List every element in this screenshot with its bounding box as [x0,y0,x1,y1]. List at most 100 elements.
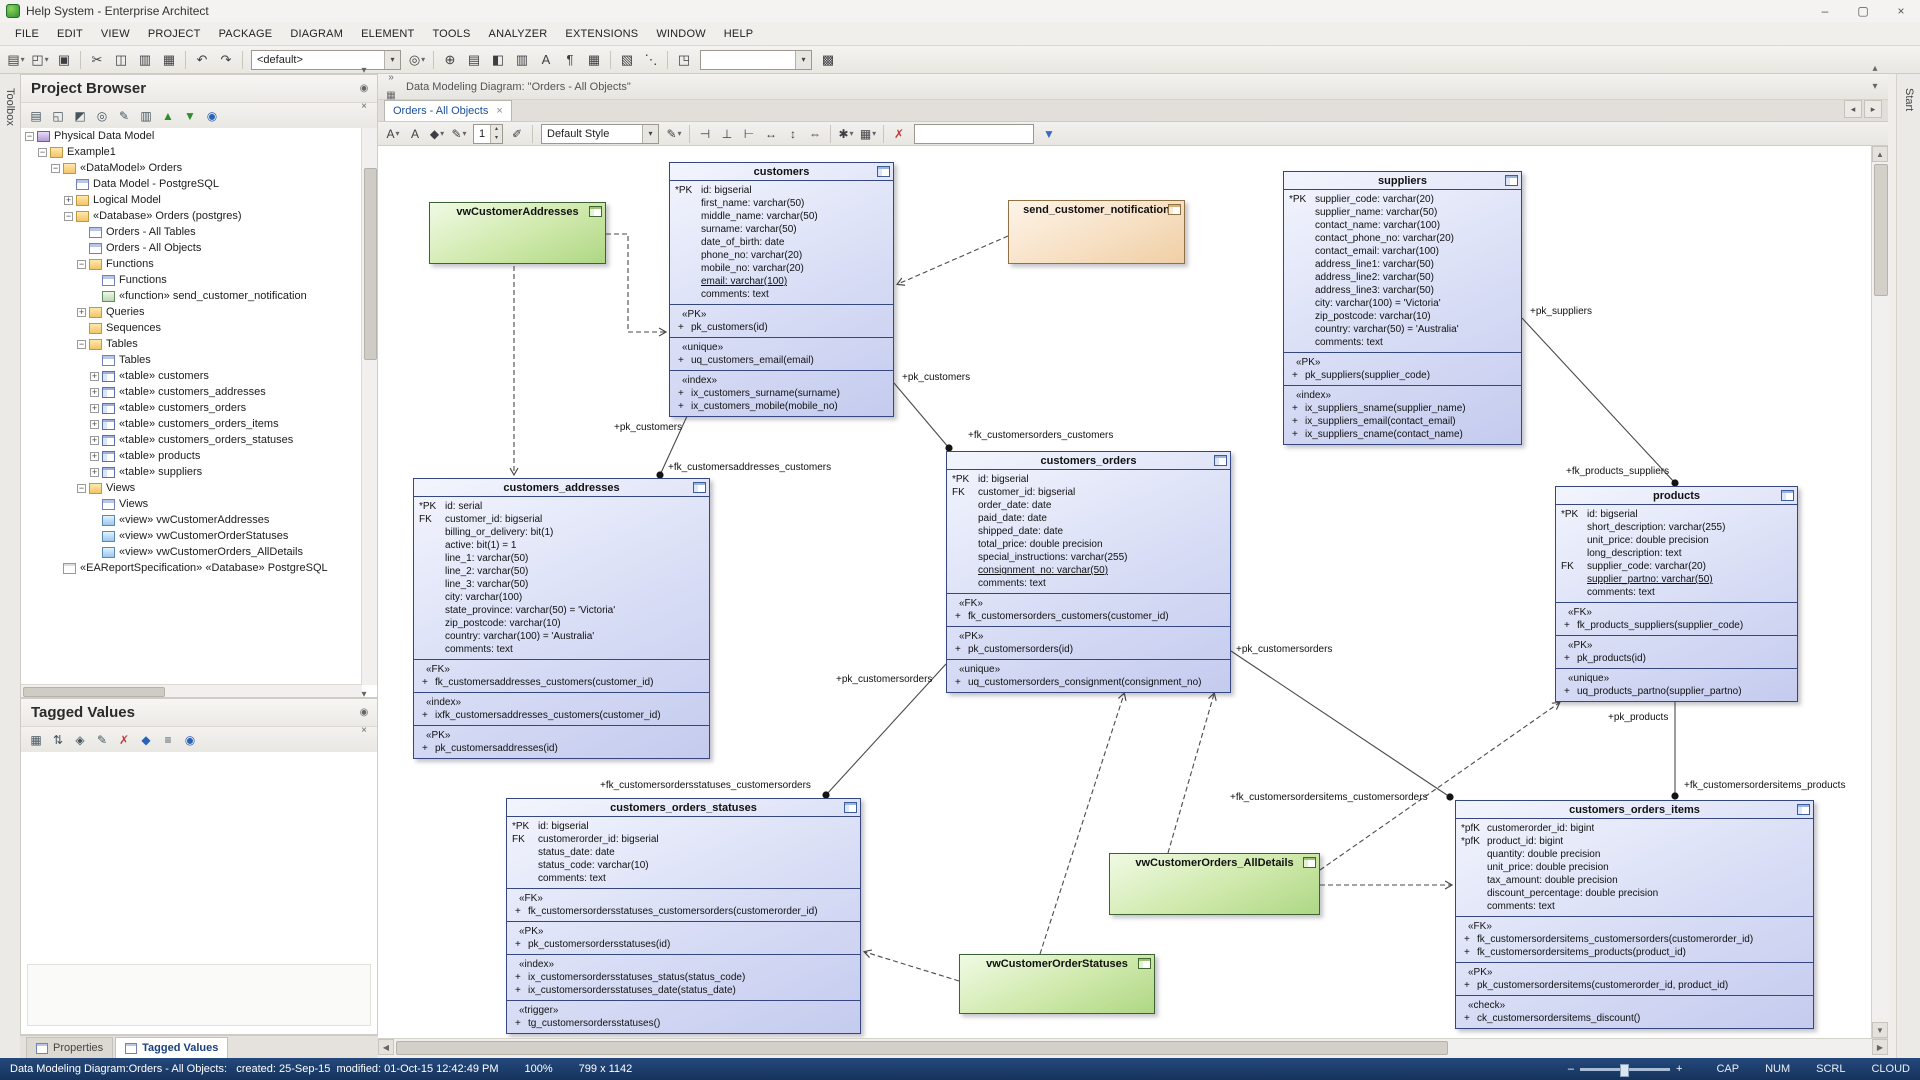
expander-icon[interactable]: + [90,403,99,413]
panel-menu-icon[interactable]: ▾ [355,62,373,80]
redo-icon[interactable]: ↷ [215,49,237,71]
start-tab-label[interactable]: Start [1903,82,1915,111]
delete-icon[interactable]: ✗ [889,124,909,144]
zoom-slider-knob[interactable] [1620,1063,1630,1077]
toolbox-dock-strip[interactable]: Toolbox [0,74,21,1058]
tree-item[interactable]: − «Database» Orders (postgres) [21,208,362,224]
search-icon[interactable]: ◎ ▾ [406,49,428,71]
pin-icon[interactable]: ◉ [355,80,373,98]
same-size-icon[interactable]: ⇔ [805,124,825,144]
expander-icon[interactable]: − [51,163,60,173]
help-icon[interactable]: ◉ [202,106,222,126]
tab-properties[interactable]: Properties [26,1037,114,1058]
tree-item[interactable]: + «table» customers_orders_items [21,416,362,432]
menu-file[interactable]: FILE [6,25,48,43]
copy-icon[interactable]: ◫ [110,49,132,71]
cut-icon[interactable]: ✂ [86,49,108,71]
new-tag-icon[interactable]: ◈ [70,730,90,750]
entity-suppliers[interactable]: suppliers *PK supplier_code: varchar(20) su… [1283,171,1522,445]
tab-scroll-right-icon[interactable]: ▸ [1864,100,1882,118]
style-combo[interactable]: Default Style ▾ [541,123,659,144]
fill-color-icon[interactable]: ◆ ▾ [427,124,447,144]
tab-close-icon[interactable]: × [496,105,502,117]
tree-item[interactable]: + Queries [21,304,362,320]
tree-item[interactable]: − Physical Data Model [21,128,362,144]
window-icon[interactable]: ◧ [487,49,509,71]
auto-layout-icon[interactable]: ✱ ▾ [836,124,856,144]
tree-item[interactable]: − Tables [21,336,362,352]
tree-item[interactable]: Orders - All Objects [21,240,362,256]
grid-icon[interactable]: ▦ [26,730,46,750]
entity-customers_orders_statuses[interactable]: customers_orders_statuses *PK id: bigseria… [506,798,861,1034]
new-package-icon[interactable]: ▤ [26,106,46,126]
grid-icon[interactable]: ▦ [583,49,605,71]
tree-item[interactable]: − «DataModel» Orders [21,160,362,176]
expander-icon[interactable]: + [90,451,99,461]
chevrons-icon[interactable]: » [382,69,400,87]
notes-icon[interactable]: ▥ [511,49,533,71]
entity-customers_addresses[interactable]: customers_addresses *PK id: serial FK custom… [413,478,710,759]
align-left-icon[interactable]: ⊣ [695,124,715,144]
expander-icon[interactable]: + [77,307,86,317]
tree-item[interactable]: «view» vwCustomerOrderStatuses [21,528,362,544]
tree-item[interactable]: + «table» customers [21,368,362,384]
help-icon[interactable]: ◉ [180,730,200,750]
combo-dropdown-icon[interactable]: ▾ [384,50,400,69]
zoom-slider-track[interactable] [1580,1063,1671,1077]
space-vertical-icon[interactable]: ↕ [783,124,803,144]
tree-item[interactable]: + Logical Model [21,192,362,208]
tree-item[interactable]: + «table» suppliers [21,464,362,480]
entity-vwCustomerAddresses[interactable]: vwCustomerAddresses [429,202,606,264]
close-icon[interactable]: × [355,98,373,116]
entity-customers[interactable]: customers *PK id: bigserial first_name: var… [669,162,894,417]
tab-tagged-values[interactable]: Tagged Values [115,1037,229,1058]
connector-icon[interactable]: ⋱ [640,49,662,71]
expander-icon[interactable]: + [90,467,99,477]
print-icon[interactable]: ▦ [158,49,180,71]
expander-icon[interactable]: + [64,195,73,205]
expander-icon[interactable]: − [25,131,34,141]
expander-icon[interactable]: − [38,147,47,157]
close-button[interactable]: × [1882,0,1920,21]
menu-view[interactable]: VIEW [92,25,139,43]
default-style-combo[interactable]: <default> ▾ [251,49,401,70]
tree-item[interactable]: − Views [21,480,362,496]
close-icon[interactable]: × [355,722,373,740]
diagram-filter-input[interactable] [914,123,1034,144]
paragraph-icon[interactable]: ¶ [559,49,581,71]
tab-scroll-left-icon[interactable]: ◂ [1844,100,1862,118]
space-horizontal-icon[interactable]: ↔ [761,124,781,144]
align-right-icon[interactable]: ⊢ [739,124,759,144]
menu-diagram[interactable]: DIAGRAM [281,25,352,43]
tab-orders-all-objects[interactable]: Orders - All Objects × [384,100,512,121]
menu-element[interactable]: ELEMENT [352,25,423,43]
menu-project[interactable]: PROJECT [139,25,210,43]
open-project-icon[interactable]: ◰ ▾ [29,49,51,71]
expander-icon[interactable]: − [77,483,86,493]
text-color-icon[interactable]: A [405,124,425,144]
zoom-slider[interactable]: – + [1568,1063,1682,1077]
menu-edit[interactable]: EDIT [48,25,92,43]
line-width-spinner[interactable]: 1 ▴ ▾ [473,123,503,144]
tree-item[interactable]: Sequences [21,320,362,336]
maximize-button[interactable]: ▢ [1844,0,1882,21]
zoom-out-icon[interactable]: – [1568,1063,1574,1075]
tree-item[interactable]: «EAReportSpecification» «Database» Postg… [21,560,362,576]
chevron-down-icon[interactable]: ▾ [1866,78,1884,96]
new-element-icon[interactable]: ◩ [70,106,90,126]
tree-item[interactable]: Data Model - PostgreSQL [21,176,362,192]
menu-help[interactable]: HELP [715,25,763,43]
diagram-frame-icon[interactable]: ◳ [673,49,695,71]
tree-item[interactable]: − Functions [21,256,362,272]
align-center-icon[interactable]: ⊥ [717,124,737,144]
tree-item[interactable]: − Example1 [21,144,362,160]
move-up-icon[interactable]: ▲ [158,106,178,126]
menu-package[interactable]: PACKAGE [210,25,282,43]
checklist-icon[interactable]: ≡ [158,730,178,750]
combo-dropdown-icon[interactable]: ▾ [642,124,658,143]
tree-item[interactable]: «view» vwCustomerOrders_AllDetails [21,544,362,560]
expander-icon[interactable]: + [90,419,99,429]
delete-tag-icon[interactable]: ✗ [114,730,134,750]
diagram-options-icon[interactable]: ▦ ▾ [858,124,878,144]
expander-icon[interactable]: − [64,211,73,221]
